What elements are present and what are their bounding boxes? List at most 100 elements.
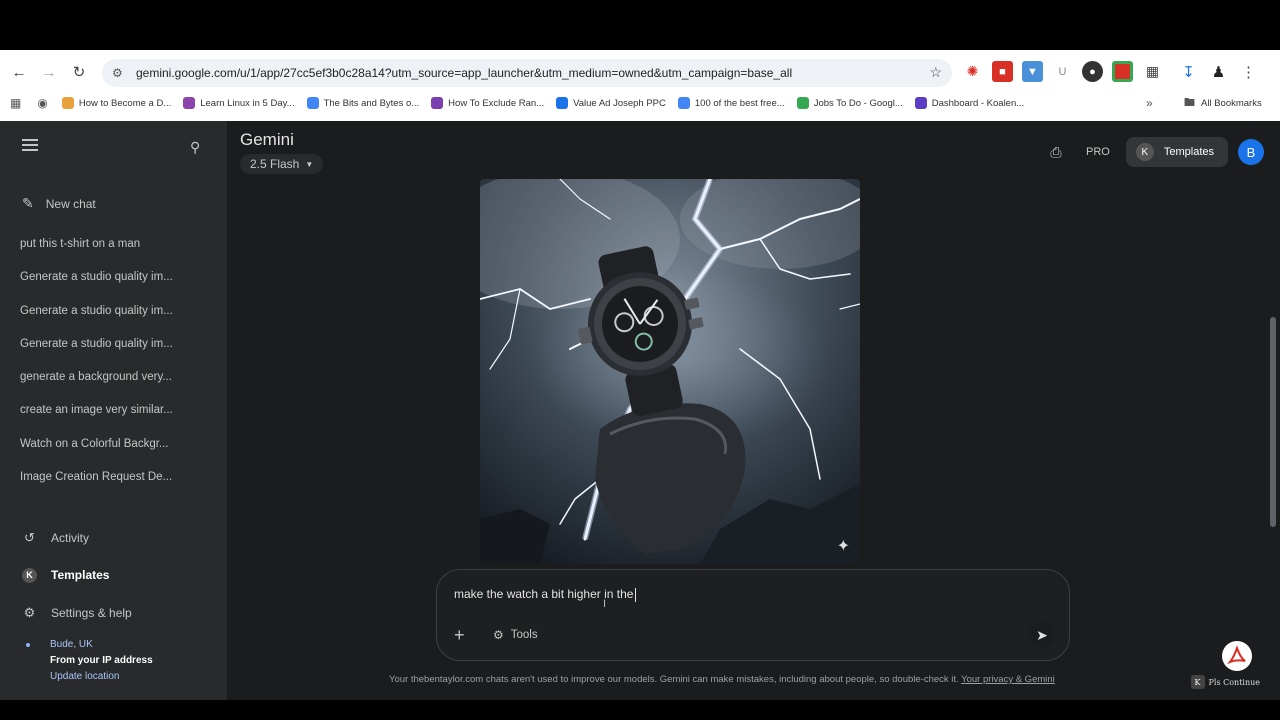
bookmark-favicon-icon xyxy=(677,97,690,109)
url-text[interactable]: gemini.google.com/u/1/app/27cc5ef3b0c28a… xyxy=(136,66,926,80)
puzzle-icon[interactable]: ▦ xyxy=(1142,61,1163,82)
sidebar: ⚲ ✎ New chat put this t-shirt on a man Ge… xyxy=(0,121,227,700)
extension-icon[interactable]: U xyxy=(1052,61,1073,82)
recent-chat-item[interactable]: create an image very similar... xyxy=(20,399,215,432)
bookmark-label: 100 of the best free... xyxy=(694,97,785,109)
recent-chat-item[interactable]: Generate a studio quality im... xyxy=(20,266,215,299)
new-chat-button[interactable]: ✎ New chat xyxy=(22,195,96,212)
extension-icon[interactable]: ▼ xyxy=(1022,61,1043,82)
sparkle-icon: ✦ xyxy=(836,538,850,555)
scrollbar[interactable] xyxy=(1270,317,1276,527)
bookmark-item[interactable]: How to Become a D... xyxy=(61,97,172,109)
all-bookmarks-label: All Bookmarks xyxy=(1201,97,1262,109)
avatar[interactable]: B xyxy=(1238,139,1264,165)
extension-icon[interactable]: ■ xyxy=(992,61,1013,82)
bookmark-label: Jobs To Do - Googl... xyxy=(813,97,903,109)
bookmark-favicon-icon xyxy=(914,97,927,109)
add-icon[interactable]: + xyxy=(454,625,465,646)
reload-icon[interactable]: ↻ xyxy=(64,58,94,86)
bookmark-item[interactable]: Value Ad Joseph PPC xyxy=(556,97,666,109)
ibeam-cursor-icon: I xyxy=(603,598,607,610)
sidebar-item-settings[interactable]: ⚙ Settings & help xyxy=(22,594,212,632)
recent-chat-item[interactable]: Generate a studio quality im... xyxy=(20,333,215,366)
bookmark-label: How to Become a D... xyxy=(78,97,172,109)
screen: ← → ↻ ⚙ gemini.google.com/u/1/app/27cc5e… xyxy=(0,0,1280,720)
pro-badge[interactable]: PRO xyxy=(1080,146,1116,158)
extension-icon[interactable]: ✺ xyxy=(962,61,983,82)
recent-chats: put this t-shirt on a man Generate a stud… xyxy=(20,233,215,499)
activity-label: Activity xyxy=(51,530,90,545)
back-icon[interactable]: ← xyxy=(4,58,34,86)
address-row: ← → ↻ ⚙ gemini.google.com/u/1/app/27cc5e… xyxy=(0,56,1280,88)
extensions-row: ✺ ■ ▼ U ● ▦ ↧ ♟ ⋮ xyxy=(962,61,1259,82)
bookmark-label: Learn Linux in 5 Day... xyxy=(200,97,295,109)
bookmark-favicon-icon xyxy=(431,97,444,109)
prompt-input[interactable]: make the watch a bit higher in the xyxy=(454,587,637,602)
generated-image[interactable]: ✦ xyxy=(480,179,860,564)
gemini-app: ⚲ ✎ New chat put this t-shirt on a man Ge… xyxy=(0,121,1280,700)
location-city[interactable]: Bude, UK xyxy=(50,637,93,653)
print-icon[interactable]: ⎙ xyxy=(1042,138,1070,166)
bookmarks-bar: ▦ ◉ How to Become a D... Learn Linux in 5… xyxy=(0,91,1280,115)
sidebar-item-templates[interactable]: K Templates xyxy=(22,557,212,595)
recent-chat-item[interactable]: generate a background very... xyxy=(20,366,215,399)
privacy-link[interactable]: Your privacy & Gemini xyxy=(961,674,1055,685)
recent-chat-item[interactable]: Watch on a Colorful Backgr... xyxy=(20,433,215,466)
bookmark-item[interactable]: Jobs To Do - Googl... xyxy=(796,97,903,109)
recent-chat-item[interactable]: Image Creation Request De... xyxy=(20,466,215,499)
bookmark-item[interactable]: 100 of the best free... xyxy=(677,97,785,109)
download-icon[interactable]: ↧ xyxy=(1178,61,1199,82)
templates-button-label: Templates xyxy=(1163,146,1214,158)
forward-icon[interactable]: → xyxy=(34,58,64,86)
apps-grid-icon[interactable]: ▦ xyxy=(10,96,21,110)
bookmark-item[interactable]: The Bits and Bytes o... xyxy=(306,97,419,109)
recent-chat-item[interactable]: put this t-shirt on a man xyxy=(20,233,215,266)
bookmark-item[interactable]: How To Exclude Ran... xyxy=(431,97,544,109)
app-title[interactable]: Gemini xyxy=(240,130,294,150)
menu-kebab-icon[interactable]: ⋮ xyxy=(1238,61,1259,82)
gear-icon: ⚙ xyxy=(23,604,36,620)
folder-icon: 🖿 xyxy=(1184,96,1195,109)
pdf-extension-icon[interactable] xyxy=(1222,641,1252,671)
model-label: 2.5 Flash xyxy=(250,157,300,171)
send-button[interactable]: ➤ xyxy=(1029,622,1055,648)
acrobat-icon xyxy=(1227,646,1246,665)
new-chat-label: New chat xyxy=(45,196,96,211)
menu-icon[interactable] xyxy=(22,139,38,153)
model-selector[interactable]: 2.5 Flash ▼ xyxy=(240,154,324,174)
bookmark-item[interactable]: Dashboard - Koalen... xyxy=(914,97,1024,109)
site-info-icon[interactable]: ⚙ xyxy=(112,66,130,80)
omnibox[interactable]: ⚙ gemini.google.com/u/1/app/27cc5ef3b0c2… xyxy=(102,59,952,87)
bookmark-favicon-icon xyxy=(556,97,569,109)
main-panel: Gemini 2.5 Flash ▼ ⎙ PRO K Templates B ✦… xyxy=(227,121,1280,700)
profile-icon[interactable]: ♟ xyxy=(1208,61,1229,82)
location-source: From your IP address xyxy=(50,655,153,666)
sidebar-item-activity[interactable]: ↺ Activity xyxy=(22,519,212,557)
sliders-icon: ⚙ xyxy=(493,628,504,642)
recent-chat-item[interactable]: Generate a studio quality im... xyxy=(20,300,215,333)
bookmark-favicon-icon xyxy=(61,97,74,109)
k-logo-icon: K xyxy=(1190,675,1205,689)
templates-label: Templates xyxy=(51,568,110,583)
templates-k-icon: K xyxy=(22,567,37,583)
more-bookmarks-icon[interactable]: » xyxy=(1146,96,1153,110)
disclaimer-text: Your thebentaylor.com chats aren't used … xyxy=(389,674,959,685)
update-location-link[interactable]: Update location xyxy=(50,669,120,685)
bookmark-item[interactable]: Learn Linux in 5 Day... xyxy=(183,97,295,109)
pls-continue-button[interactable]: K Pls Continue xyxy=(1190,674,1260,690)
all-bookmarks[interactable]: 🖿 All Bookmarks xyxy=(1184,94,1262,113)
caret-down-icon: ▼ xyxy=(305,159,314,169)
bookmark-label: How To Exclude Ran... xyxy=(448,97,545,109)
browser-chrome: ← → ↻ ⚙ gemini.google.com/u/1/app/27cc5e… xyxy=(0,50,1280,121)
tools-label: Tools xyxy=(510,629,538,641)
globe-icon[interactable]: ◉ xyxy=(37,96,47,110)
extension-icon[interactable] xyxy=(1112,61,1133,82)
templates-button[interactable]: K Templates xyxy=(1125,137,1228,167)
extension-icon[interactable]: ● xyxy=(1082,61,1103,82)
tools-button[interactable]: ⚙ Tools xyxy=(493,628,538,642)
search-icon[interactable]: ⚲ xyxy=(190,139,200,156)
prompt-box[interactable]: make the watch a bit higher in the I + ⚙… xyxy=(436,569,1070,661)
send-icon: ➤ xyxy=(1036,626,1048,643)
bookmark-star-icon[interactable]: ☆ xyxy=(929,64,942,81)
text-caret xyxy=(635,587,637,602)
